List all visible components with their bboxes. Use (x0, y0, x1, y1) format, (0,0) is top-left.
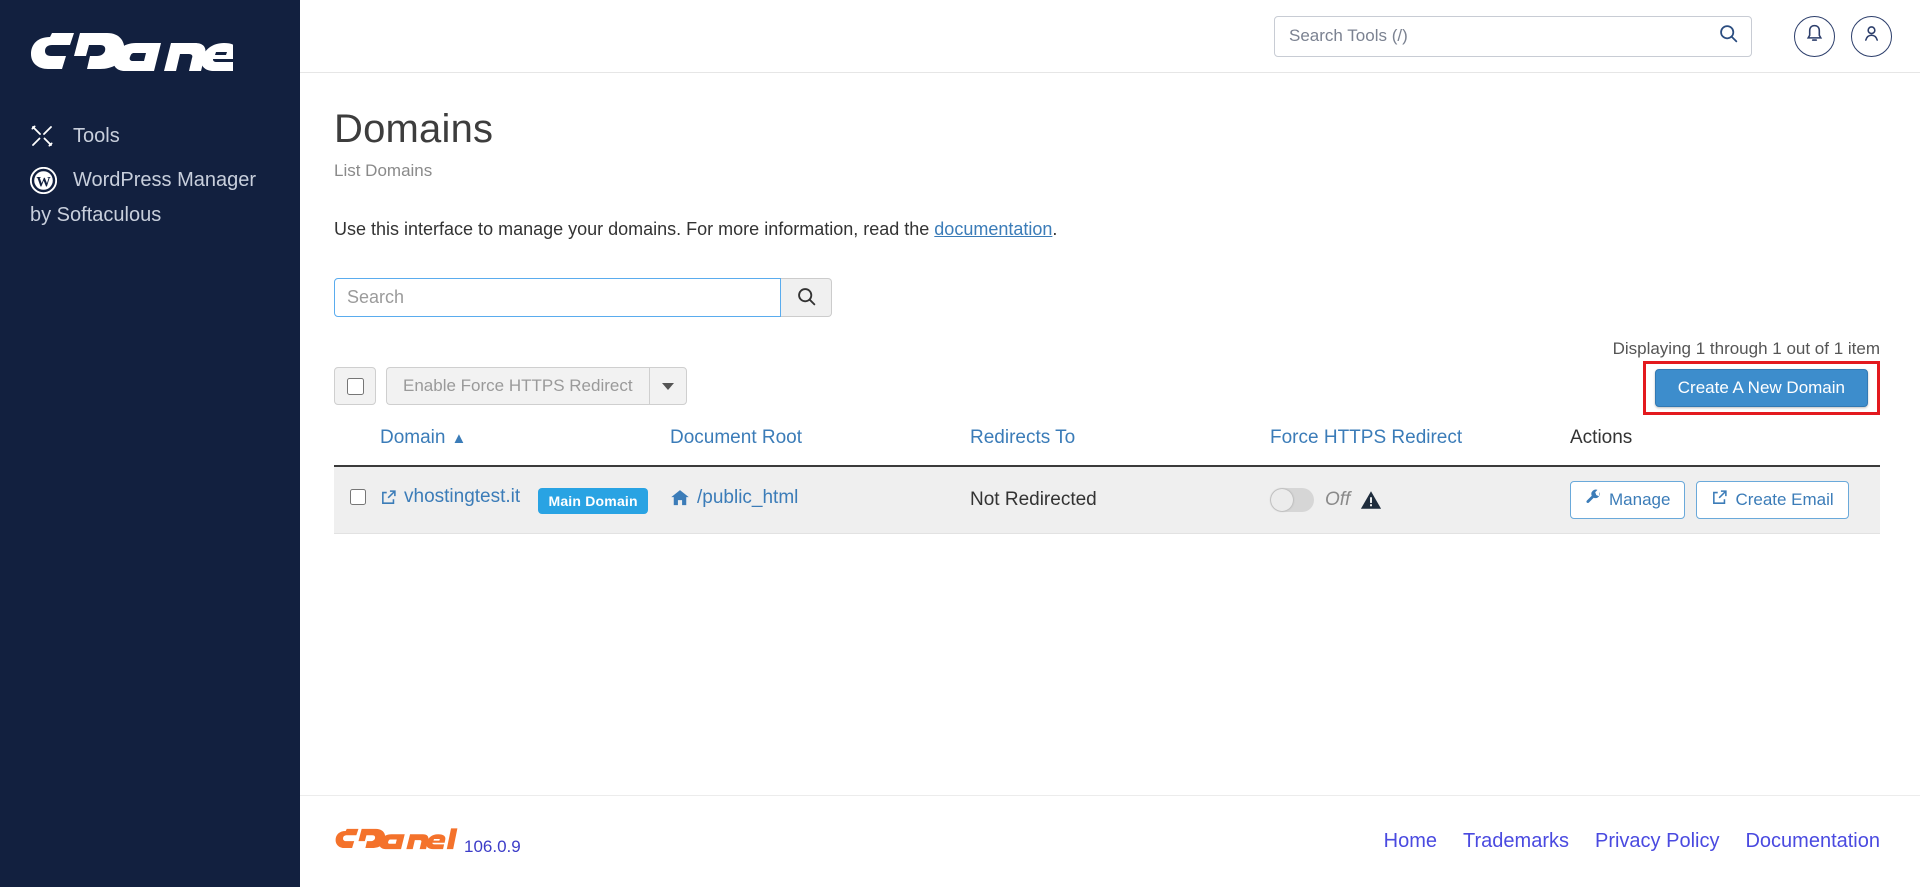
global-search-input[interactable] (1289, 26, 1718, 46)
global-search[interactable] (1274, 15, 1752, 57)
warning-icon[interactable] (1360, 489, 1382, 511)
row-actions: Manage Create Email (1570, 481, 1880, 519)
document-root-text: /public_html (697, 486, 799, 508)
footer-link-documentation[interactable]: Documentation (1745, 830, 1880, 853)
footer-link-privacy-policy[interactable]: Privacy Policy (1595, 830, 1719, 853)
footer-links: Home Trademarks Privacy Policy Documenta… (1384, 830, 1880, 853)
domains-table-head: Domain ▲ Document Root Redirects To Force… (334, 427, 1880, 467)
th-domain[interactable]: Domain ▲ (380, 427, 670, 467)
wordpress-icon: W (30, 166, 60, 194)
document-root-value[interactable]: /public_html (670, 487, 798, 509)
row-select-cell (334, 466, 380, 534)
wrench-icon (1585, 489, 1602, 511)
top-bar (300, 0, 1920, 73)
intro-text-after: . (1052, 219, 1058, 239)
create-new-domain-button[interactable]: Create A New Domain (1654, 369, 1868, 407)
sort-ascending-icon: ▲ (451, 430, 467, 447)
user-icon (1861, 23, 1882, 49)
page-subtitle: List Domains (334, 161, 433, 180)
account-button[interactable] (1851, 15, 1892, 57)
home-icon (670, 488, 690, 508)
bulk-action-dropdown[interactable]: Enable Force HTTPS Redirect (386, 367, 687, 405)
bulk-actions-group: Enable Force HTTPS Redirect (334, 367, 687, 405)
footer-link-home[interactable]: Home (1384, 830, 1437, 853)
sidebar-item-softaculous-subtitle[interactable]: by Softaculous (0, 204, 300, 227)
sidebar-nav: Tools W WordPress Manager by Softaculous (0, 114, 300, 227)
th-document-root[interactable]: Document Root (670, 427, 970, 467)
create-email-button[interactable]: Create Email (1696, 481, 1849, 519)
sidebar: Tools W WordPress Manager by Softaculous (0, 0, 300, 887)
row-select-checkbox[interactable] (350, 489, 366, 505)
th-select (334, 427, 380, 467)
sidebar-item-label: Tools (73, 124, 120, 147)
intro-text: Use this interface to manage your domain… (334, 219, 1880, 240)
sidebar-item-tools[interactable]: Tools (0, 114, 300, 158)
external-link-icon (1711, 489, 1728, 511)
footer-version: 106.0.9 (464, 837, 521, 856)
chevron-down-icon (661, 382, 674, 390)
row-document-root-cell: /public_html (670, 466, 970, 534)
row-domain-cell: vhostingtest.it Main Domain (380, 466, 670, 534)
toggle-knob (1271, 489, 1293, 511)
domain-name: vhostingtest.it (404, 486, 521, 508)
main-domain-badge: Main Domain (538, 487, 648, 514)
documentation-link[interactable]: documentation (934, 219, 1052, 239)
th-force-https-redirect[interactable]: Force HTTPS Redirect (1270, 427, 1570, 467)
sidebar-item-label: WordPress Manager (73, 168, 257, 191)
sidebar-item-wordpress-manager[interactable]: W WordPress Manager (0, 158, 300, 202)
create-email-button-label: Create Email (1735, 490, 1834, 509)
table-toolbar: Enable Force HTTPS Redirect Create A New… (334, 361, 1880, 415)
search-icon[interactable] (1718, 23, 1739, 49)
th-domain-label: Domain (380, 427, 446, 448)
search-icon (796, 286, 817, 310)
main-area: Domains List Domains Use this interface … (300, 0, 1920, 887)
create-domain-highlight: Create A New Domain (1642, 361, 1880, 415)
sidebar-logo[interactable] (0, 22, 300, 88)
footer-brand: 106.0.9 (334, 826, 521, 857)
manage-button-label: Manage (1609, 490, 1671, 509)
manage-button[interactable]: Manage (1570, 481, 1686, 519)
row-actions-cell: Manage Create Email (1570, 466, 1880, 534)
footer-link-trademarks[interactable]: Trademarks (1463, 830, 1569, 853)
external-link-icon (380, 489, 397, 506)
bulk-action-label[interactable]: Enable Force HTTPS Redirect (386, 367, 649, 405)
domain-search-button[interactable] (781, 278, 832, 317)
intro-text-before: Use this interface to manage your domain… (334, 219, 935, 239)
select-all-checkbox[interactable] (334, 367, 376, 405)
tools-icon (30, 123, 60, 149)
results-summary: Displaying 1 through 1 out of 1 item (1612, 339, 1880, 358)
svg-text:W: W (36, 174, 51, 190)
row-force-https-cell: Off (1270, 466, 1570, 534)
force-https-toggle-wrapper: Off (1270, 488, 1570, 512)
cpanel-logo-icon[interactable] (334, 826, 459, 857)
domain-search-input[interactable] (334, 278, 781, 317)
domain-link[interactable]: vhostingtest.it (380, 486, 520, 508)
th-actions: Actions (1570, 427, 1880, 467)
row-redirects-to-cell: Not Redirected (970, 466, 1270, 534)
select-all-input[interactable] (346, 377, 364, 395)
table-row: vhostingtest.it Main Domain /public_html… (334, 466, 1880, 534)
domain-filter-row (334, 278, 1880, 317)
force-https-toggle[interactable] (1270, 488, 1314, 512)
footer: 106.0.9 Home Trademarks Privacy Policy D… (300, 795, 1920, 887)
domains-table: Domain ▲ Document Root Redirects To Force… (334, 427, 1880, 534)
app-root: Tools W WordPress Manager by Softaculous (0, 0, 1920, 887)
table-header-row: Domain ▲ Document Root Redirects To Force… (334, 427, 1880, 467)
content-area: Domains List Domains Use this interface … (300, 73, 1920, 795)
bulk-action-caret-button[interactable] (648, 367, 687, 405)
bell-icon (1804, 23, 1825, 49)
notifications-button[interactable] (1794, 15, 1835, 57)
th-redirects-to[interactable]: Redirects To (970, 427, 1270, 467)
domains-table-body: vhostingtest.it Main Domain /public_html… (334, 466, 1880, 534)
force-https-state-label: Off (1325, 489, 1351, 510)
page-title: Domains (334, 107, 494, 151)
